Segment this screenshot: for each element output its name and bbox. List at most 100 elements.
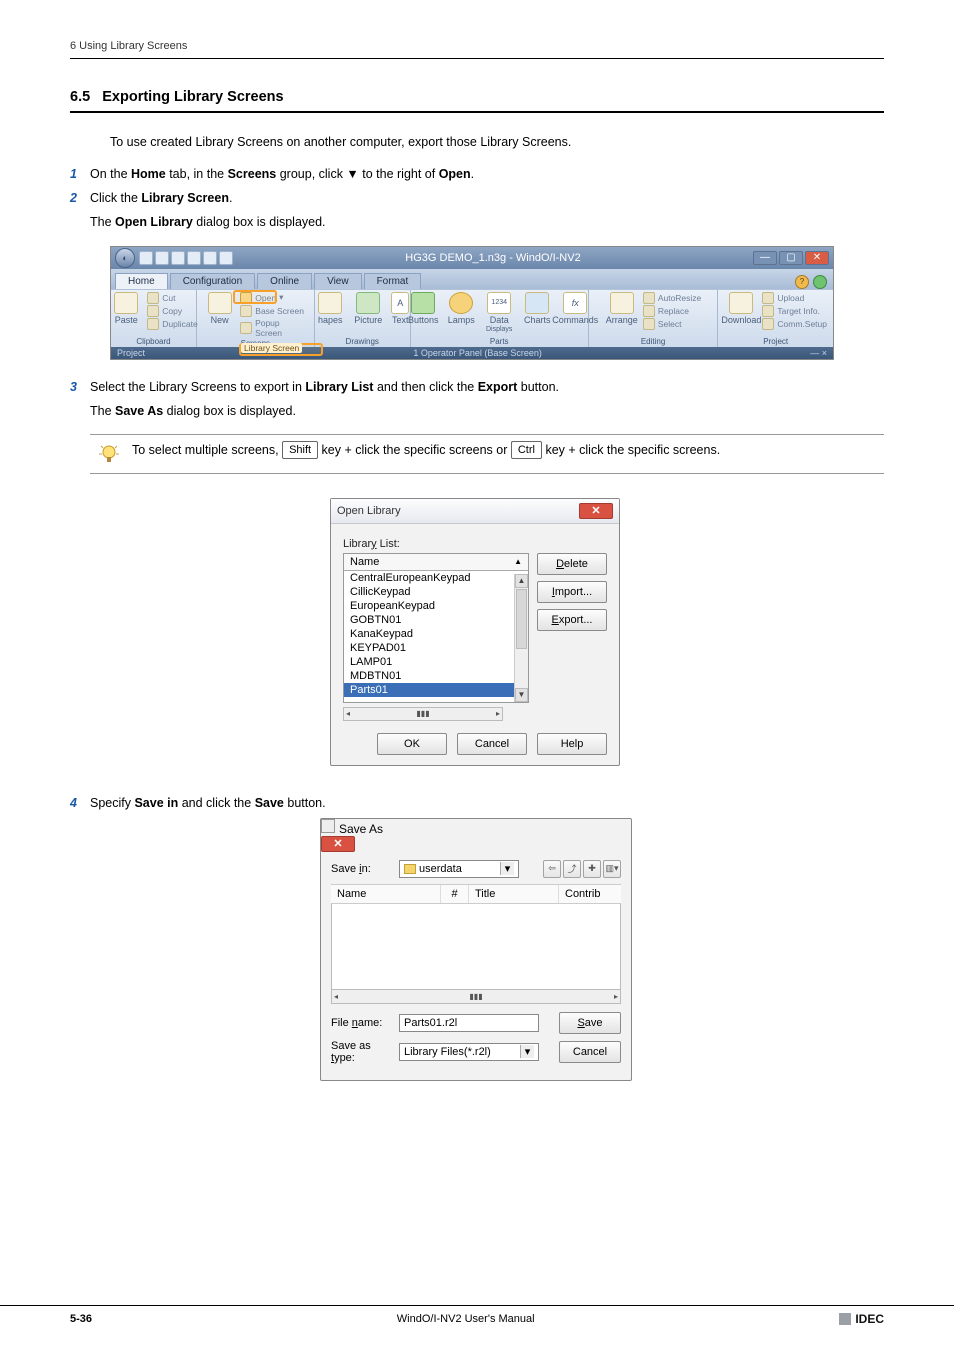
qat-item[interactable] — [171, 251, 185, 265]
list-item[interactable]: GOBTN01 — [344, 613, 528, 627]
manual-title: WindO/I-NV2 User's Manual — [397, 1313, 535, 1325]
download-button[interactable]: Download — [724, 292, 758, 325]
shapes-button[interactable]: hapes — [313, 292, 347, 325]
qat-item[interactable] — [155, 251, 169, 265]
list-header-name[interactable]: Name — [350, 556, 379, 568]
tab-online[interactable]: Online — [257, 273, 312, 289]
col-contrib[interactable]: Contrib — [559, 885, 621, 903]
ok-button[interactable]: OK — [377, 733, 447, 755]
close-button[interactable]: ✕ — [321, 836, 355, 852]
select-button[interactable]: Select — [643, 318, 701, 330]
chapter-header: 6 Using Library Screens — [70, 40, 884, 59]
list-item[interactable]: EuropeanKeypad — [344, 599, 528, 613]
help-icon[interactable]: ? — [795, 275, 809, 289]
dialog-title: Save As — [321, 822, 383, 836]
commsetup-button[interactable]: Comm.Setup — [762, 318, 827, 330]
cut-button[interactable]: Cut — [147, 292, 197, 304]
step-4-text: Specify Save in and click the Save butto… — [90, 794, 884, 812]
list-item[interactable]: CillicKeypad — [344, 585, 528, 599]
list-item[interactable]: KanaKeypad — [344, 627, 528, 641]
cancel-button[interactable]: Cancel — [457, 733, 527, 755]
export-button[interactable]: Export... — [537, 609, 607, 631]
qat-item[interactable] — [203, 251, 217, 265]
buttons-part[interactable]: Buttons — [406, 292, 440, 325]
new-folder-icon[interactable]: ✚ — [583, 860, 601, 878]
replace-button[interactable]: Replace — [643, 305, 701, 317]
chevron-down-icon[interactable]: ▾ — [500, 862, 514, 875]
tab-home[interactable]: Home — [115, 273, 168, 289]
new-screen-button[interactable]: New — [203, 292, 236, 325]
step-3-text: Select the Library Screens to export in … — [90, 378, 884, 396]
arrange-button[interactable]: Arrange — [605, 292, 639, 325]
qat-item[interactable] — [187, 251, 201, 265]
charts-part[interactable]: Charts — [520, 292, 554, 325]
file-list-pane[interactable] — [331, 904, 621, 990]
style-icon[interactable] — [813, 275, 827, 289]
list-item-selected[interactable]: Parts01 — [344, 683, 528, 697]
step-2-text: Click the Library Screen. — [90, 189, 884, 207]
list-item[interactable]: LAMP01 — [344, 655, 528, 669]
chevron-down-icon[interactable]: ▾ — [520, 1045, 534, 1058]
library-screen-menuitem[interactable]: Library Screen — [241, 343, 302, 353]
picture-button[interactable]: Picture — [351, 292, 385, 325]
autoresize-button[interactable]: AutoResize — [643, 292, 701, 304]
app-icon — [321, 819, 335, 833]
step-4-number: 4 — [70, 794, 90, 812]
maximize-button[interactable]: ▢ — [779, 251, 803, 265]
list-item[interactable]: MDBTN01 — [344, 669, 528, 683]
group-drawings-label: Drawings — [346, 336, 379, 347]
group-parts-label: Parts — [490, 336, 509, 347]
minimize-button[interactable]: — — [753, 251, 777, 265]
library-listbox[interactable]: Name ▲ CentralEuropeanKeypad CillicKeypad… — [343, 553, 529, 703]
duplicate-button[interactable]: Duplicate — [147, 318, 197, 330]
close-button[interactable]: ✕ — [805, 251, 829, 265]
save-as-dialog: Save As ✕ Save in: userdata ▾ ⇦ ⤴ ✚ ▥▾ — [320, 818, 632, 1081]
back-icon[interactable]: ⇦ — [543, 860, 561, 878]
app-orb-icon[interactable]: ◐ — [115, 248, 135, 268]
tab-format[interactable]: Format — [364, 273, 422, 289]
file-name-input[interactable] — [399, 1014, 539, 1032]
col-hash[interactable]: # — [441, 885, 469, 903]
lamps-part[interactable]: Lamps — [444, 292, 478, 325]
save-button[interactable]: Save — [559, 1012, 621, 1034]
library-list-label: Library List: — [343, 538, 607, 550]
popup-screen-button[interactable]: Popup Screen — [240, 318, 307, 338]
upload-button[interactable]: Upload — [762, 292, 827, 304]
chevron-down-icon[interactable]: ▾ — [279, 292, 283, 303]
targetinfo-button[interactable]: Target Info. — [762, 305, 827, 317]
open-library-dialog: Open Library ✕ Library List: Name ▲ Centr… — [330, 498, 620, 766]
vertical-scrollbar[interactable]: ▲ ▼ — [514, 574, 528, 702]
commands-part[interactable]: fxCommands — [558, 292, 592, 325]
tab-view[interactable]: View — [314, 273, 362, 289]
step-2-number: 2 — [70, 189, 90, 207]
up-folder-icon[interactable]: ⤴ — [563, 860, 581, 878]
qat-item[interactable] — [219, 251, 233, 265]
dialog-title: Open Library — [337, 505, 401, 517]
file-list-header: Name # Title Contrib — [331, 884, 621, 904]
delete-button[interactable]: Delete — [537, 553, 607, 575]
folder-icon — [404, 864, 416, 874]
list-item[interactable]: KEYPAD01 — [344, 641, 528, 655]
base-screen-button[interactable]: Base Screen — [240, 305, 307, 317]
copy-button[interactable]: Copy — [147, 305, 197, 317]
group-clipboard-label: Clipboard — [136, 336, 170, 347]
tab-configuration[interactable]: Configuration — [170, 273, 255, 289]
save-in-combo[interactable]: userdata ▾ — [399, 860, 519, 878]
horizontal-scrollbar[interactable]: ◂▮▮▮▸ — [343, 707, 503, 721]
horizontal-scrollbar[interactable]: ◂▮▮▮▸ — [331, 990, 621, 1004]
help-button[interactable]: Help — [537, 733, 607, 755]
brand-square-icon — [839, 1313, 851, 1325]
sort-icon[interactable]: ▲ — [514, 557, 522, 566]
list-item[interactable]: CentralEuropeanKeypad — [344, 571, 528, 585]
view-menu-icon[interactable]: ▥▾ — [603, 860, 621, 878]
save-type-combo[interactable]: Library Files(*.r2l)▾ — [399, 1043, 539, 1061]
data-part[interactable]: 1234DataDisplays — [482, 292, 516, 333]
cancel-button[interactable]: Cancel — [559, 1041, 621, 1063]
paste-button[interactable]: Paste — [109, 292, 143, 325]
col-name[interactable]: Name — [331, 885, 441, 903]
qat-item[interactable] — [139, 251, 153, 265]
col-title[interactable]: Title — [469, 885, 559, 903]
window-titlebar: ◐ HG3G DEMO_1.n3g - WindO/I-NV2 — ▢ ✕ — [111, 247, 833, 269]
import-button[interactable]: Import... — [537, 581, 607, 603]
close-button[interactable]: ✕ — [579, 503, 613, 519]
